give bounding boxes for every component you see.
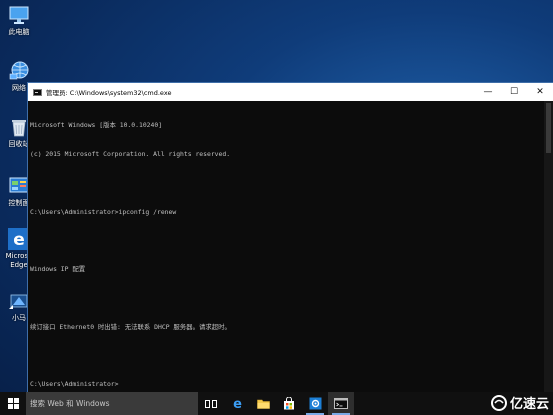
console-line: C:\Users\Administrator>ipconfig /renew xyxy=(30,207,177,216)
watermark: 亿速云 xyxy=(490,393,549,412)
taskbar-store-button[interactable] xyxy=(276,392,302,415)
window-title: 管理员: C:\Windows\system32\cmd.exe xyxy=(46,89,172,97)
console-prompt: C:\Users\Administrator> xyxy=(30,380,119,389)
edge-icon: e xyxy=(233,397,242,410)
taskbar-edge-button[interactable]: e xyxy=(224,392,250,415)
svg-text:e: e xyxy=(13,230,25,250)
watermark-logo-icon xyxy=(490,394,507,411)
watermark-text: 亿速云 xyxy=(509,397,549,412)
window-titlebar[interactable]: 管理员: C:\Windows\system32\cmd.exe — ☐ ✕ xyxy=(28,83,553,101)
desktop-icon-label: 此电脑 xyxy=(8,28,30,36)
computer-icon xyxy=(8,4,30,26)
vertical-scrollbar[interactable] xyxy=(544,101,553,392)
store-icon xyxy=(284,397,294,410)
cmd-icon xyxy=(334,398,348,409)
tool-shortcut-icon xyxy=(8,290,30,312)
desktop-icon-this-pc[interactable]: 此电脑 xyxy=(4,4,34,37)
folder-icon xyxy=(256,399,270,409)
task-view-icon xyxy=(205,399,217,408)
cmd-window[interactable]: 管理员: C:\Windows\system32\cmd.exe — ☐ ✕ M… xyxy=(28,83,553,392)
console-line: 续订接口 Ethernet0 时出错: 无法联系 DHCP 服务器。请求超时。 xyxy=(30,322,231,331)
taskbar-cmd-button[interactable] xyxy=(328,392,354,415)
close-button[interactable]: ✕ xyxy=(527,83,553,101)
console-line: Microsoft Windows [版本 10.0.10240] xyxy=(30,121,163,130)
taskbar-control-panel-button[interactable] xyxy=(302,392,328,415)
gear-app-icon xyxy=(309,397,321,410)
windows-logo-icon xyxy=(7,398,19,409)
start-button[interactable] xyxy=(0,392,26,415)
task-view-button[interactable] xyxy=(198,392,224,415)
search-placeholder: 搜索 Web 和 Windows xyxy=(30,399,110,408)
taskbar: 搜索 Web 和 Windows e xyxy=(0,392,553,415)
control-panel-icon xyxy=(8,175,30,197)
edge-icon: e xyxy=(8,228,30,250)
taskbar-search-box[interactable]: 搜索 Web 和 Windows xyxy=(26,392,198,415)
network-icon xyxy=(8,60,30,82)
maximize-button[interactable]: ☐ xyxy=(501,83,527,101)
console-output[interactable]: Microsoft Windows [版本 10.0.10240] (c) 20… xyxy=(28,101,553,392)
svg-text:e: e xyxy=(233,397,242,410)
scrollbar-thumb[interactable] xyxy=(546,103,551,153)
console-line: Windows IP 配置 xyxy=(30,265,86,274)
taskbar-file-explorer-button[interactable] xyxy=(250,392,276,415)
recycle-bin-icon xyxy=(8,116,30,138)
minimize-button[interactable]: — xyxy=(475,83,501,101)
cmd-app-icon xyxy=(33,88,42,96)
console-line: (c) 2015 Microsoft Corporation. All righ… xyxy=(30,149,231,158)
